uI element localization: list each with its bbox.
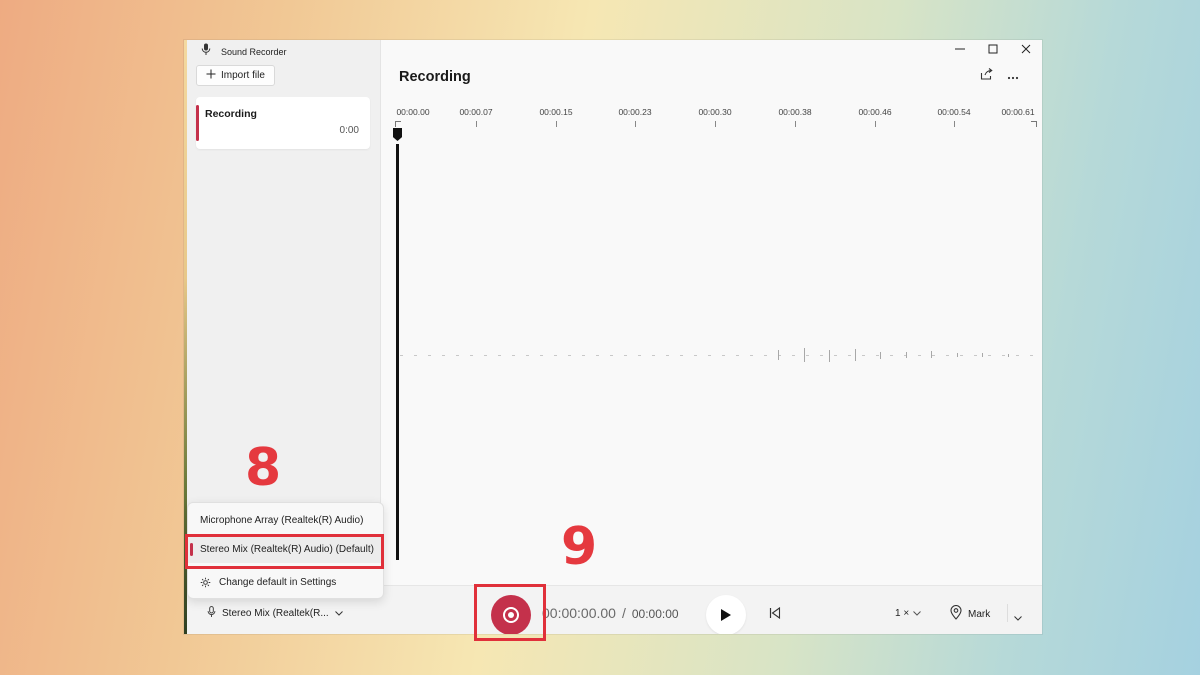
playhead-line[interactable] — [396, 144, 399, 560]
microphone-icon — [201, 43, 211, 61]
timeline-tick — [715, 121, 716, 127]
chevron-down-icon — [334, 608, 343, 619]
time-separator: / — [621, 605, 626, 621]
input-device-label: Stereo Mix (Realtek(R... — [222, 608, 329, 619]
playback-speed-label: 1 × — [895, 608, 910, 619]
waveform-spike — [1008, 354, 1009, 357]
mark-options-button[interactable] — [1014, 608, 1022, 626]
divider — [1007, 604, 1008, 622]
app-title-bar: Sound Recorder — [201, 43, 287, 61]
waveform-baseline — [400, 355, 1036, 356]
chevron-down-icon — [1014, 616, 1022, 621]
elapsed-time: 00:00:00.00 — [542, 605, 616, 621]
input-device-selector[interactable]: Stereo Mix (Realtek(R... — [207, 606, 343, 621]
total-time: 00:00:00 — [631, 607, 679, 621]
timeline-tick — [556, 121, 557, 127]
timeline-end-bracket — [1031, 121, 1037, 127]
window-controls — [943, 40, 1042, 58]
timeline-tick-label: 00:00.38 — [778, 107, 812, 117]
waveform-spike — [778, 350, 779, 360]
playhead-handle[interactable] — [393, 128, 402, 141]
timeline-tick-label: 00:00.46 — [858, 107, 892, 117]
menu-item-change-default-settings[interactable]: Change default in Settings — [188, 568, 383, 596]
waveform-spike — [931, 351, 932, 358]
play-button[interactable] — [706, 595, 746, 634]
page-title: Recording — [399, 69, 471, 85]
mark-button[interactable]: Mark — [950, 605, 990, 623]
menu-item-label: Microphone Array (Realtek(R) Audio) — [200, 514, 364, 526]
skip-to-start-button[interactable] — [769, 606, 781, 624]
share-icon[interactable] — [980, 67, 993, 85]
waveform-spike — [855, 349, 856, 361]
mark-label: Mark — [968, 608, 991, 620]
menu-item-microphone-array[interactable]: Microphone Array (Realtek(R) Audio) — [188, 506, 383, 534]
menu-item-label: Change default in Settings — [219, 576, 337, 588]
close-button[interactable] — [1009, 40, 1042, 58]
step-number-9: 9 — [561, 517, 598, 577]
import-file-button[interactable]: Import file — [196, 65, 275, 86]
time-display: 00:00:00.00 / 00:00:00 — [542, 605, 679, 621]
timeline-ruler[interactable]: 00:00.00 00:00.07 00:00.15 00:00.23 00:0… — [381, 102, 1042, 132]
chevron-down-icon — [913, 608, 922, 619]
timeline-tick — [795, 121, 796, 127]
timeline-start-bracket — [395, 121, 401, 127]
playback-speed-selector[interactable]: 1 × — [895, 608, 922, 619]
highlight-box-step-8 — [185, 534, 384, 569]
timeline-tick-label: 00:00.15 — [539, 107, 573, 117]
timeline-tick-label: 00:00.54 — [937, 107, 971, 117]
timeline-tick-label: 00:00.07 — [459, 107, 493, 117]
recording-duration: 0:00 — [339, 125, 359, 136]
more-options-icon[interactable] — [1007, 67, 1019, 85]
waveform-spike — [804, 348, 805, 362]
timeline-tick-label: 00:00.00 — [396, 107, 430, 117]
timeline-tick — [476, 121, 477, 127]
timeline-tick — [954, 121, 955, 127]
timeline-tick-label: 00:00.30 — [698, 107, 732, 117]
waveform-spike — [880, 352, 881, 359]
timeline-tick — [875, 121, 876, 127]
step-number-8: 8 — [245, 438, 282, 498]
timeline-tick-label: 00:00.23 — [618, 107, 652, 117]
skip-back-icon — [769, 606, 781, 620]
waveform-spike — [906, 352, 907, 358]
gear-icon — [188, 577, 211, 588]
maximize-button[interactable] — [976, 40, 1009, 58]
play-icon — [721, 609, 731, 621]
location-pin-icon — [950, 605, 962, 623]
import-file-label: Import file — [221, 70, 265, 81]
waveform-spike — [982, 353, 983, 357]
timeline-tick — [635, 121, 636, 127]
highlight-box-step-9 — [474, 584, 546, 641]
app-title: Sound Recorder — [221, 47, 287, 57]
minimize-button[interactable] — [943, 40, 976, 58]
selected-indicator — [196, 105, 199, 141]
waveform-spike — [957, 353, 958, 357]
recording-list-item[interactable]: Recording 0:00 — [196, 97, 370, 149]
plus-icon — [206, 69, 216, 82]
timeline-tick-label: 00:00.61 — [1001, 107, 1035, 117]
top-actions — [980, 67, 1019, 85]
recording-name: Recording — [205, 108, 257, 120]
microphone-icon — [207, 606, 216, 621]
waveform-spike — [829, 350, 830, 362]
